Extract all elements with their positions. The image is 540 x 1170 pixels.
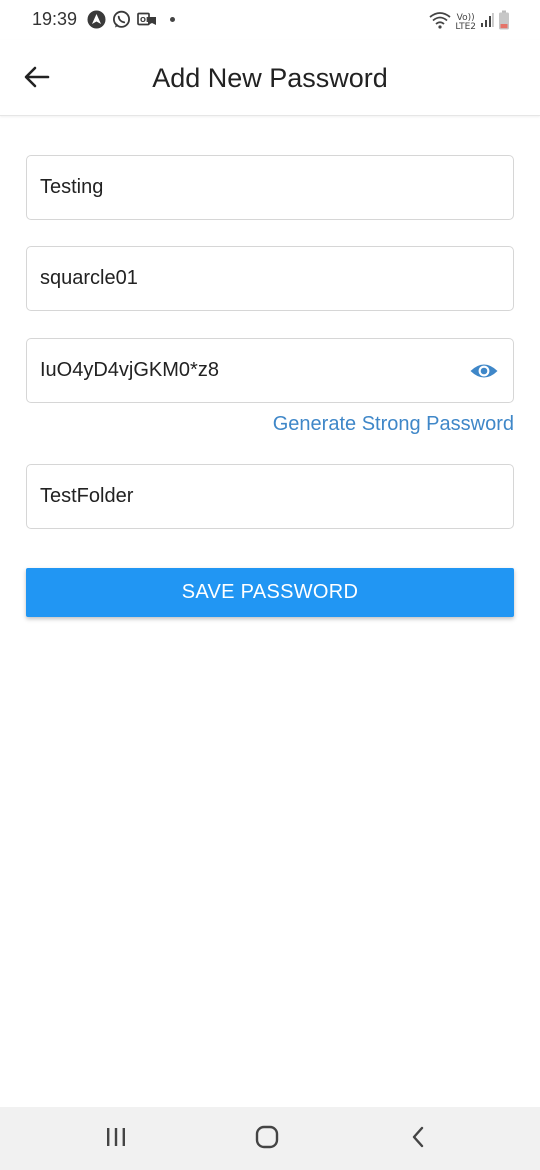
username-field[interactable]	[26, 246, 514, 311]
eye-icon[interactable]	[469, 357, 499, 385]
username-input[interactable]	[40, 247, 460, 310]
save-password-button[interactable]: SAVE PASSWORD	[26, 568, 514, 617]
password-input[interactable]	[40, 339, 460, 402]
folder-input[interactable]	[40, 465, 460, 528]
page-title: Add New Password	[152, 63, 388, 93]
status-bar: 19:39 OK Vo)) LTE2	[0, 0, 540, 40]
home-icon	[255, 1125, 279, 1154]
home-button[interactable]	[247, 1121, 287, 1157]
battery-icon	[498, 10, 510, 35]
status-time: 19:39	[32, 9, 78, 29]
title-input[interactable]	[40, 156, 460, 219]
recents-icon	[105, 1127, 127, 1152]
signal-icon	[480, 12, 494, 33]
password-field[interactable]	[26, 338, 514, 403]
volte-icon: Vo)) LTE2	[455, 13, 476, 32]
app-bar: Add New Password	[0, 40, 540, 116]
volte-bottom-label: LTE2	[455, 21, 476, 32]
folder-field[interactable]	[26, 464, 514, 529]
system-status-icons: Vo)) LTE2	[429, 10, 510, 35]
more-notifications-dot	[170, 17, 175, 22]
title-field[interactable]	[26, 155, 514, 220]
navigation-app-icon	[87, 10, 106, 29]
nav-back-button[interactable]	[398, 1121, 438, 1157]
chevron-left-icon	[411, 1126, 425, 1153]
notification-icons: OK	[87, 10, 175, 29]
recents-button[interactable]	[96, 1121, 136, 1157]
wifi-icon	[429, 11, 451, 34]
message-icon: OK	[137, 10, 156, 29]
system-nav-bar	[0, 1107, 540, 1170]
generate-password-link[interactable]: Generate Strong Password	[273, 413, 514, 436]
whatsapp-icon	[112, 10, 131, 29]
